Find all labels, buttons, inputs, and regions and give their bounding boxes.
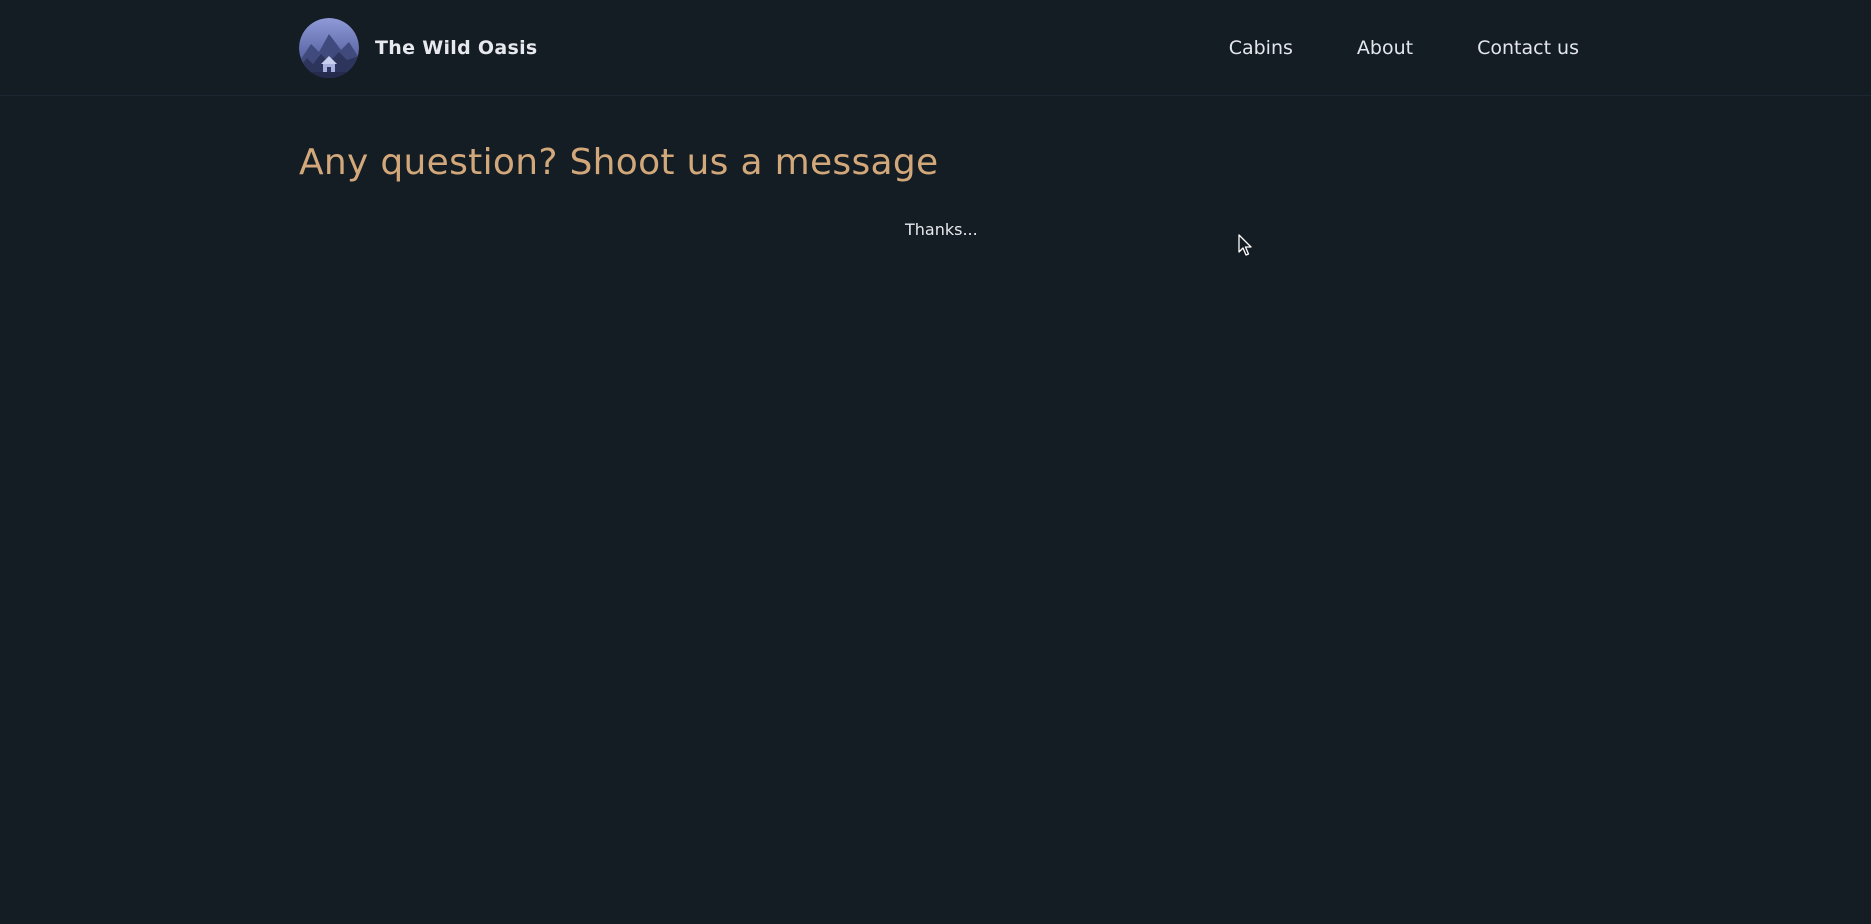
nav-item-contact: Contact us	[1477, 37, 1579, 59]
nav-link-cabins[interactable]: Cabins	[1229, 37, 1293, 59]
main-navigation: Cabins About Contact us	[1229, 37, 1579, 59]
site-header: The Wild Oasis Cabins About Contact us	[0, 0, 1871, 96]
nav-item-about: About	[1357, 37, 1413, 59]
loading-status-text: Thanks...	[905, 220, 978, 239]
mountain-cabin-logo-icon	[299, 18, 359, 78]
nav-link-contact[interactable]: Contact us	[1477, 37, 1579, 59]
mouse-pointer-icon	[1238, 234, 1252, 256]
nav-item-cabins: Cabins	[1229, 37, 1293, 59]
page-title: Any question? Shoot us a message	[299, 142, 939, 183]
brand-home-link[interactable]: The Wild Oasis	[299, 18, 538, 78]
header-container: The Wild Oasis Cabins About Contact us	[299, 0, 1579, 96]
brand-name: The Wild Oasis	[375, 37, 538, 59]
nav-link-about[interactable]: About	[1357, 37, 1413, 59]
